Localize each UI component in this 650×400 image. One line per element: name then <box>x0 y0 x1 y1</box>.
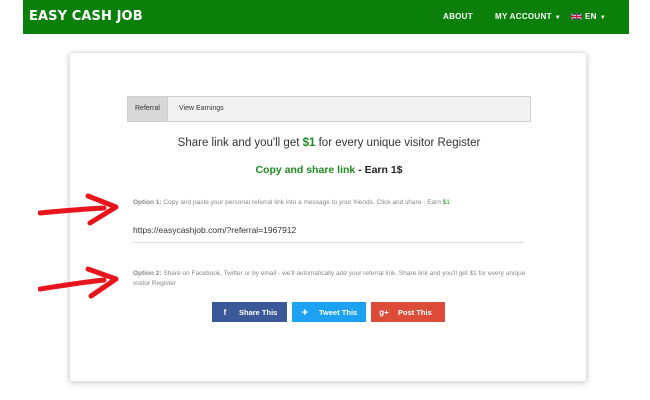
language-selector[interactable]: EN ▼ <box>571 12 606 21</box>
caret-down-icon: ▼ <box>554 15 562 21</box>
nav-about-link[interactable]: ABOUT <box>443 12 473 21</box>
caret-down-icon: ▼ <box>599 15 606 21</box>
uk-flag-icon <box>571 13 582 20</box>
copy-share-text: Copy and share link <box>255 164 356 176</box>
top-navbar: EASY CASH JOB ABOUT MY ACCOUNT ▼ EN ▼ <box>23 0 629 34</box>
tab-view-earnings[interactable]: View Earnings <box>172 97 231 121</box>
google-plus-post-label: Post This <box>398 307 432 317</box>
option-1-amount: $1 <box>442 199 450 206</box>
facebook-icon: f <box>223 307 227 317</box>
tab-bar: Referral View Earnings <box>127 96 531 122</box>
option-2-label: Option 2: <box>133 270 162 277</box>
twitter-bird-icon: ✈ <box>301 307 309 317</box>
language-label: EN <box>585 12 597 21</box>
google-plus-post-button[interactable]: g+ Post This <box>371 302 445 322</box>
nav-my-account-menu[interactable]: MY ACCOUNT ▼ <box>495 12 561 21</box>
referral-card: Referral View Earnings Share link and yo… <box>69 52 587 382</box>
red-arrow-icon <box>38 266 119 299</box>
option-2-text: Option 2: Share on Facebook, Twitter or … <box>133 269 536 289</box>
facebook-share-button[interactable]: f Share This <box>212 302 287 322</box>
copy-share-heading: Copy and share link - Earn 1$ <box>70 164 588 176</box>
red-arrow-icon <box>38 193 119 226</box>
option-2-description: Share on Facebook, Twitter or by email -… <box>133 270 526 287</box>
tab-referral[interactable]: Referral <box>128 97 168 121</box>
share-headline: Share link and you'll get $1 for every u… <box>70 137 588 149</box>
option-1-label: Option 1: <box>133 199 162 206</box>
nav-my-account-label: MY ACCOUNT <box>495 12 552 21</box>
facebook-share-label: Share This <box>239 307 278 317</box>
twitter-tweet-button[interactable]: ✈ Tweet This <box>292 302 366 322</box>
earn-text: - Earn 1$ <box>355 164 403 176</box>
brand-logo[interactable]: EASY CASH JOB <box>29 9 143 24</box>
referral-link-field[interactable]: https://easycashjob.com/?referral=196791… <box>133 225 524 243</box>
google-plus-icon: g+ <box>379 307 389 317</box>
headline-amount: $1 <box>302 137 316 149</box>
twitter-tweet-label: Tweet This <box>319 307 358 317</box>
headline-prefix: Share link and you'll get <box>177 137 303 149</box>
option-1-description: Copy and paste your personal referral li… <box>161 199 443 206</box>
option-1-text: Option 1: Copy and paste your personal r… <box>133 199 533 206</box>
headline-suffix: for every unique visitor Register <box>315 137 481 149</box>
